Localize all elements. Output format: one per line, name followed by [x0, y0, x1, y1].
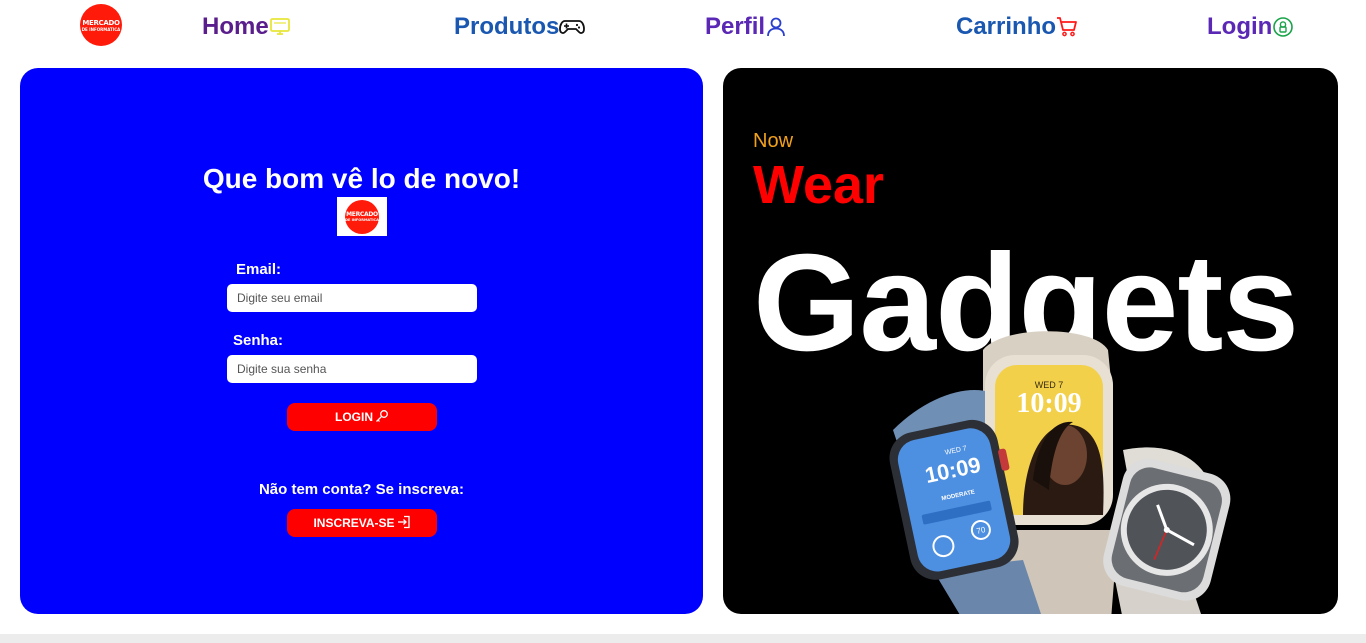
form-logo: MERCADO DE INFORMATICA	[337, 197, 387, 236]
login-button-label: LOGIN	[335, 410, 373, 424]
promo-wear-text: Wear	[753, 155, 885, 215]
email-label: Email:	[236, 261, 282, 278]
promo-banner: Now Wear Gadgets WED 7 10:09 WED 7 10:09…	[723, 68, 1338, 614]
nav-home-label: Home	[202, 13, 269, 40]
form-logo-text-line2: DE INFORMATICA	[345, 218, 379, 222]
monitor-icon	[269, 16, 291, 38]
user-icon	[765, 16, 787, 38]
login-badge-icon	[1272, 16, 1294, 38]
nav-perfil-label: Perfil	[705, 13, 766, 40]
nav-carrinho-label: Carrinho	[956, 13, 1057, 40]
gamepad-icon	[559, 16, 586, 38]
top-navigation: MERCADO DE INFORMATICA Home Produtos Per…	[0, 0, 1366, 56]
front-watch-time: 10:09	[1016, 388, 1081, 419]
logo-text-line1: MERCADO	[82, 18, 120, 27]
signup-button-label: INSCREVA-SE	[313, 516, 395, 530]
nav-link-home[interactable]: Home	[202, 12, 291, 42]
login-panel: Que bom vê lo de novo! MERCADO DE INFORM…	[20, 68, 703, 614]
greeting-heading: Que bom vê lo de novo!	[202, 163, 521, 194]
logo-text-line2: DE INFORMATICA	[81, 26, 121, 32]
senha-label: Senha:	[233, 332, 284, 349]
form-logo-circle: MERCADO DE INFORMATICA	[345, 199, 379, 234]
signup-button[interactable]: INSCREVA-SE	[287, 509, 437, 537]
key-icon	[375, 409, 389, 426]
nav-link-login[interactable]: Login	[1207, 12, 1294, 42]
cart-icon	[1056, 16, 1078, 38]
site-logo[interactable]: MERCADO DE INFORMATICA	[80, 4, 122, 46]
form-logo-text-line1: MERCADO	[346, 211, 378, 218]
email-field[interactable]	[227, 284, 477, 312]
signup-prompt: Não tem conta? Se inscreva:	[258, 481, 465, 498]
promo-now-text: Now	[753, 130, 794, 152]
nav-link-perfil[interactable]: Perfil	[705, 12, 787, 42]
senha-field[interactable]	[227, 355, 477, 383]
nav-login-label: Login	[1207, 13, 1273, 40]
nav-link-carrinho[interactable]: Carrinho	[956, 12, 1078, 42]
smartwatches-image: WED 7 10:09 WED 7 10:09 MODERATE 70	[889, 331, 1231, 614]
page-bottom-strip	[0, 634, 1366, 643]
nav-link-produtos[interactable]: Produtos	[454, 12, 586, 42]
nav-produtos-label: Produtos	[454, 13, 560, 40]
sign-in-arrow-icon	[397, 515, 411, 532]
login-button[interactable]: LOGIN	[287, 403, 437, 431]
